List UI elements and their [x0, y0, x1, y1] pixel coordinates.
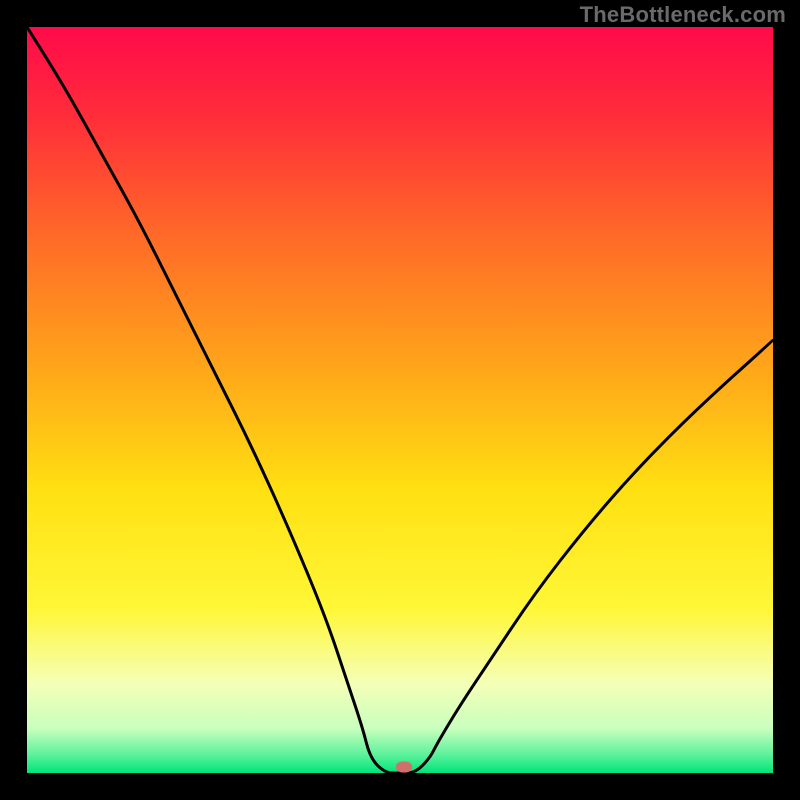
plot-area: [27, 27, 773, 773]
chart-container: TheBottleneck.com: [0, 0, 800, 800]
attribution-label: TheBottleneck.com: [580, 2, 786, 28]
optimum-marker: [396, 762, 412, 773]
curve-layer: [27, 27, 773, 773]
bottleneck-curve: [27, 27, 773, 773]
